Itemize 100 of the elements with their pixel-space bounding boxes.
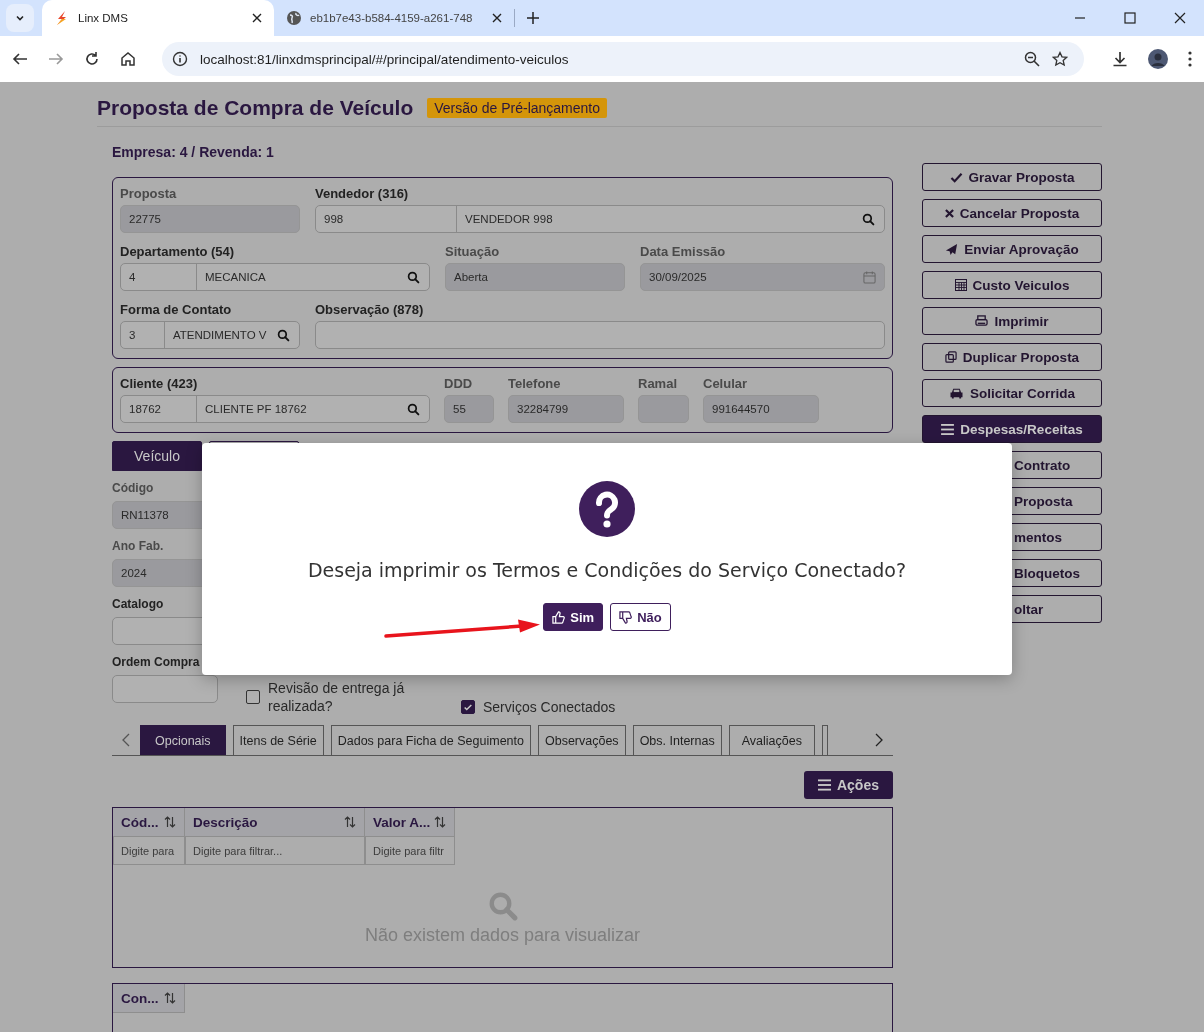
field-label: Ordem Compra	[112, 654, 201, 671]
chevron-left-icon[interactable]	[122, 733, 130, 747]
toolbar-button[interactable]: Despesas/Receitas	[922, 415, 1102, 443]
sort-icon[interactable]	[164, 816, 176, 828]
toolbar-button[interactable]: Imprimir	[922, 307, 1102, 335]
company-label: Empresa: 4 / Revenda: 1	[112, 144, 275, 160]
tab[interactable]: Avaliações	[728, 725, 815, 755]
forward-icon[interactable]	[48, 51, 64, 67]
search-icon[interactable]	[407, 402, 420, 416]
new-tab-icon[interactable]	[527, 12, 539, 24]
search-icon[interactable]	[407, 270, 420, 284]
column-header[interactable]: Descrição	[185, 808, 365, 837]
zoom-out-icon[interactable]	[1024, 51, 1040, 67]
lookup-field[interactable]: 18762 CLIENTE PF 18762	[120, 395, 430, 423]
browser-tab[interactable]: Linx DMS	[42, 0, 274, 36]
thumbs-down-icon	[619, 610, 633, 624]
field-label: Cliente (423)	[120, 375, 199, 393]
car-icon	[949, 387, 964, 399]
field-label: Forma de Contato	[120, 301, 233, 319]
copy-icon	[944, 351, 957, 363]
code-value: 4	[121, 264, 197, 290]
search-icon[interactable]	[862, 212, 875, 226]
section-tab[interactable]: Veículo	[112, 441, 202, 471]
name-value: VENDEDOR 998	[464, 213, 554, 225]
field-label: Proposta	[120, 185, 178, 203]
more-icon[interactable]	[1188, 51, 1192, 67]
filter-field[interactable]: Digite para filtr	[365, 837, 455, 865]
browser-tab[interactable]: eb1b7e43-b584-4159-a261-748	[274, 0, 514, 36]
tab[interactable]: Itens de Série	[232, 725, 324, 755]
maximize-icon[interactable]	[1124, 12, 1136, 24]
field-label: Departamento (54)	[120, 243, 236, 261]
x-icon	[944, 208, 954, 218]
version-badge: Versão de Pré-lançamento	[427, 98, 607, 118]
checkbox[interactable]	[246, 690, 260, 704]
tab[interactable]: Obs. Internas	[632, 725, 722, 755]
avatar-icon[interactable]	[1148, 49, 1168, 69]
dialog-button[interactable]: Não	[610, 603, 671, 631]
url-text: localhost:81/linxdmsprincipal/#/principal/atendimento-veiculos	[200, 51, 569, 67]
column-header[interactable]: Con...	[113, 984, 185, 1013]
filter-field[interactable]: Digite para	[113, 837, 185, 865]
search-icon[interactable]	[277, 328, 290, 342]
address-bar[interactable]: localhost:81/linxdmsprincipal/#/principal/atendimento-veiculos	[162, 42, 1084, 76]
code-value: 18762	[121, 396, 197, 422]
sort-icon[interactable]	[344, 816, 356, 828]
back-icon[interactable]	[12, 51, 28, 67]
text-field[interactable]	[112, 675, 218, 703]
toolbar-button[interactable]: Enviar Aprovação	[922, 235, 1102, 263]
download-icon[interactable]	[1112, 51, 1128, 67]
menu-icon	[941, 423, 955, 435]
tab[interactable]: Observações	[537, 725, 626, 755]
close-icon[interactable]	[1174, 12, 1186, 24]
lookup-field[interactable]: 4 MECANICA	[120, 263, 430, 291]
close-icon[interactable]	[492, 13, 502, 23]
field-label: Código	[112, 480, 155, 497]
code-value: 998	[316, 206, 457, 232]
field-label: Situação	[445, 243, 501, 261]
toolbar-button[interactable]: Cancelar Proposta	[922, 199, 1102, 227]
actions-button[interactable]: Ações	[803, 771, 893, 799]
sort-icon[interactable]	[164, 992, 176, 1004]
field-label: Vendedor (316)	[315, 185, 410, 203]
chevron-right-icon[interactable]	[875, 733, 883, 747]
page-title: Proposta de Compra de Veículo	[97, 96, 414, 120]
calculator-icon	[954, 279, 967, 291]
toolbar-button[interactable]: Custo Veiculos	[922, 271, 1102, 299]
paper-plane-icon	[945, 242, 959, 256]
field-label: Celular	[703, 375, 749, 393]
text-field[interactable]	[315, 321, 885, 349]
checkbox[interactable]	[461, 700, 475, 714]
sort-icon[interactable]	[434, 816, 446, 828]
toolbar-button[interactable]: Gravar Proposta	[922, 163, 1102, 191]
reload-icon[interactable]	[84, 51, 100, 67]
menu-icon	[817, 779, 831, 791]
code-value: 3	[121, 322, 165, 348]
tab[interactable]: Opcionais	[140, 725, 226, 755]
tab[interactable]	[821, 725, 828, 755]
column-header[interactable]: Valor A...	[365, 808, 455, 837]
lookup-field[interactable]: 3 ATENDIMENTO V	[120, 321, 300, 349]
home-icon[interactable]	[120, 51, 136, 67]
check-icon	[463, 702, 473, 712]
field-label: DDD	[444, 375, 474, 393]
checkbox-label: Serviços Conectados	[483, 699, 616, 715]
lookup-field[interactable]: 998 VENDEDOR 998	[315, 205, 885, 233]
check-icon	[949, 171, 963, 183]
field-label: Telefone	[508, 375, 562, 393]
dialog-button[interactable]: Sim	[543, 603, 604, 631]
search-icon	[487, 890, 518, 921]
name-value: ATENDIMENTO V	[172, 329, 268, 341]
printer-icon	[975, 315, 989, 327]
tab[interactable]: Dados para Ficha de Seguimento	[330, 725, 531, 755]
field-label: Observação (878)	[315, 301, 425, 319]
name-value: CLIENTE PF 18762	[204, 403, 308, 415]
toolbar-button[interactable]: Duplicar Proposta	[922, 343, 1102, 371]
checkbox-label: Revisão de entrega já realizada?	[268, 679, 406, 715]
toolbar-button[interactable]: Solicitar Corrida	[922, 379, 1102, 407]
info-icon[interactable]	[172, 51, 188, 67]
star-icon[interactable]	[1052, 51, 1068, 67]
thumbs-up-icon	[552, 610, 566, 624]
filter-field[interactable]: Digite para filtrar...	[185, 837, 365, 865]
column-header[interactable]: Cód...	[113, 808, 185, 837]
close-icon[interactable]	[252, 13, 262, 23]
